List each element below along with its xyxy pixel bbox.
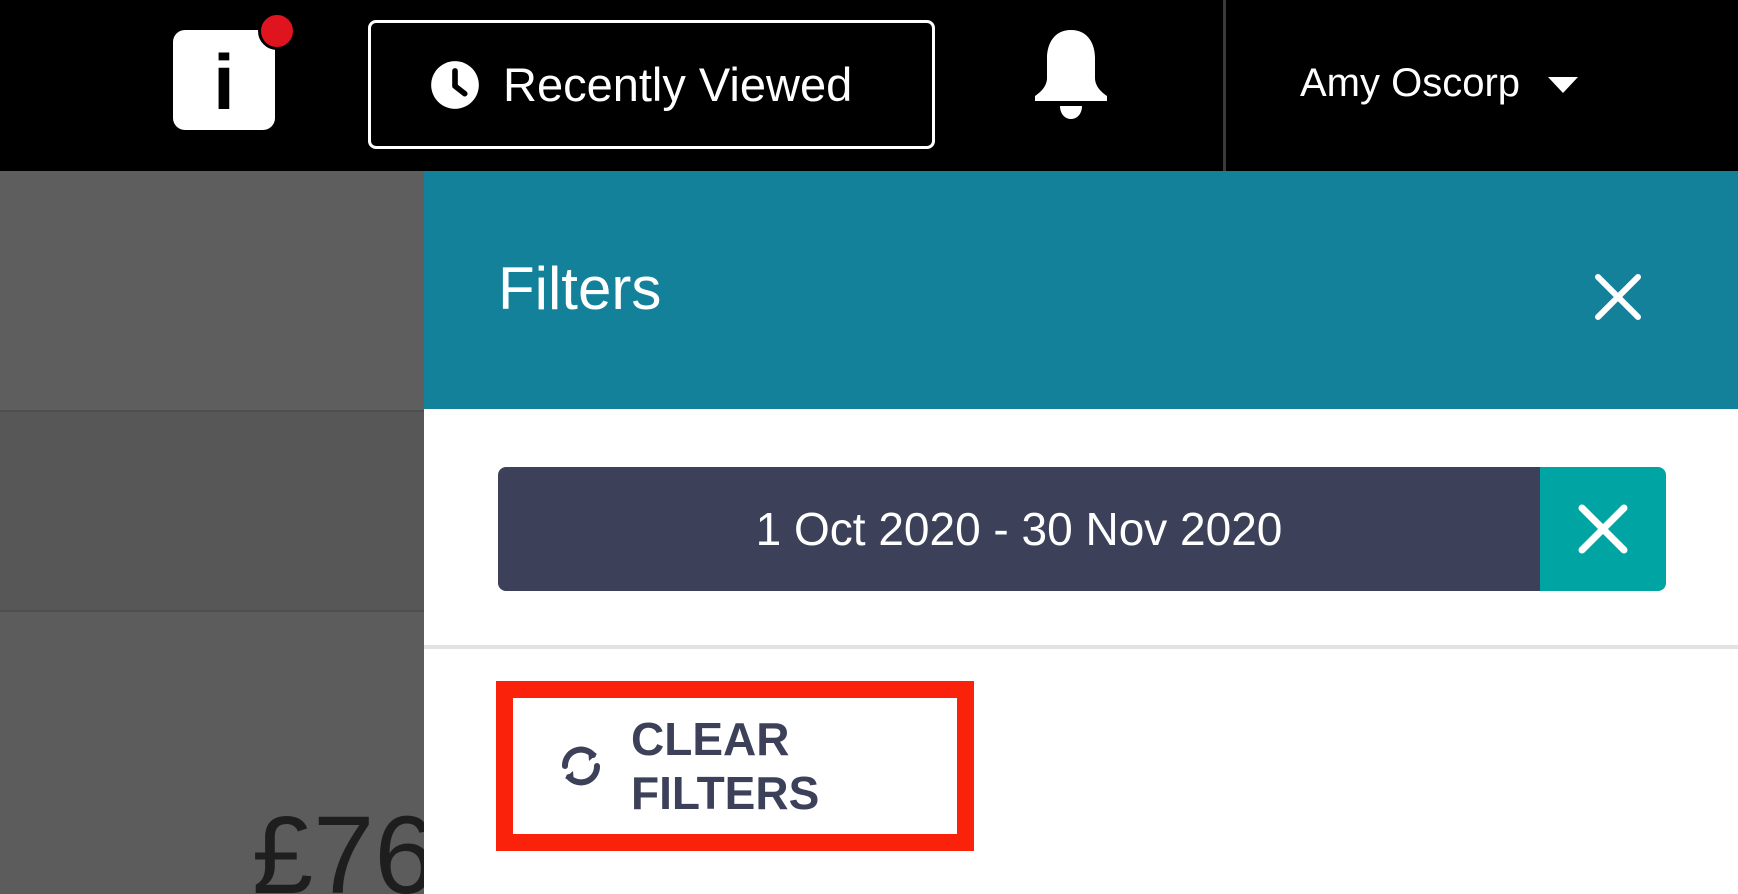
remove-filter-button[interactable] (1540, 467, 1666, 591)
top-navigation-bar: i Recently Viewed Amy Oscorp (0, 0, 1738, 171)
background-amount: £76 (252, 794, 424, 894)
recently-viewed-button[interactable]: Recently Viewed (368, 20, 935, 149)
background-section (0, 410, 424, 610)
chevron-down-icon (1548, 77, 1579, 93)
clear-filters-label: CLEAR FILTERS (631, 713, 820, 819)
bell-icon[interactable] (1030, 26, 1112, 122)
close-icon[interactable] (1588, 267, 1648, 327)
recently-viewed-label: Recently Viewed (503, 58, 853, 111)
notification-dot (258, 12, 296, 50)
filters-panel-header: Filters (424, 171, 1738, 409)
divider (424, 645, 1738, 649)
info-button[interactable]: i (173, 30, 275, 130)
user-menu[interactable]: Amy Oscorp (1300, 50, 1579, 116)
page-overlay[interactable]: £76 (0, 171, 424, 894)
user-name: Amy Oscorp (1300, 60, 1521, 105)
close-icon (1578, 504, 1628, 554)
info-icon: i (213, 38, 235, 126)
active-filter-chip: 1 Oct 2020 - 30 Nov 2020 (498, 467, 1666, 591)
refresh-icon (561, 746, 601, 786)
topbar-divider (1223, 0, 1226, 171)
filters-panel: Filters 1 Oct 2020 - 30 Nov 2020 CLEAR F… (424, 171, 1738, 894)
clock-icon (431, 60, 479, 109)
active-filter-label: 1 Oct 2020 - 30 Nov 2020 (498, 467, 1540, 591)
filters-title: Filters (498, 255, 662, 322)
background-section (0, 171, 424, 410)
clear-filters-button[interactable]: CLEAR FILTERS (496, 681, 974, 851)
